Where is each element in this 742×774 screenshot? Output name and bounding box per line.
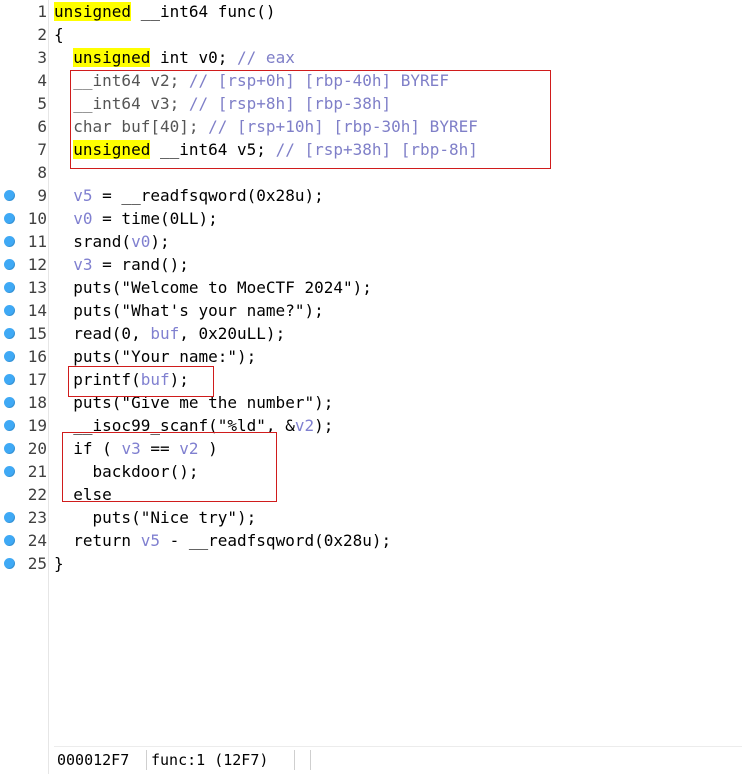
code-line-24[interactable]: 24 return v5 - __readfsqword(0x28u); <box>0 529 742 552</box>
code-text[interactable]: { <box>54 24 64 45</box>
line-number: 10 <box>27 209 47 228</box>
code-text[interactable]: unsigned __int64 func() <box>54 1 276 22</box>
code-text[interactable]: srand(v0); <box>54 231 169 252</box>
variable[interactable]: v2 <box>295 416 314 435</box>
statement[interactable]: return <box>73 531 140 550</box>
variable[interactable]: v3 <box>73 255 92 274</box>
code-line-25[interactable]: 25 } <box>0 552 742 575</box>
line-number: 20 <box>27 439 47 458</box>
line-number: 6 <box>37 117 47 136</box>
line-number: 4 <box>37 71 47 90</box>
annotation-box-if <box>62 432 277 502</box>
line-number: 23 <box>27 508 47 527</box>
statement[interactable]: = time(0LL); <box>93 209 218 228</box>
statement-end[interactable]: ); <box>314 416 333 435</box>
code-line-23[interactable]: 23 puts("Nice try"); <box>0 506 742 529</box>
variable[interactable]: buf <box>150 324 179 343</box>
status-address: 000012F7 <box>57 751 130 769</box>
code-text[interactable]: puts("Welcome to MoeCTF 2024"); <box>54 277 372 298</box>
comment: // eax <box>237 48 295 67</box>
code-text[interactable]: read(0, buf, 0x20uLL); <box>54 323 285 344</box>
status-location: func:1 (12F7) <box>151 751 269 769</box>
code-text[interactable]: v5 = __readfsqword(0x28u); <box>54 185 324 206</box>
variable[interactable]: v0 <box>73 209 92 228</box>
line-number: 21 <box>27 462 47 481</box>
line-number: 7 <box>37 140 47 159</box>
line-number: 18 <box>27 393 47 412</box>
status-divider <box>294 750 295 770</box>
line-number: 5 <box>37 94 47 113</box>
code-text[interactable]: puts("What's your name?"); <box>54 300 323 321</box>
annotation-box-printf <box>68 366 214 397</box>
status-divider <box>146 750 147 770</box>
code-line-9[interactable]: 9 v5 = __readfsqword(0x28u); <box>0 184 742 207</box>
code-text[interactable]: v3 = rand(); <box>54 254 189 275</box>
line-number: 16 <box>27 347 47 366</box>
line-number: 11 <box>27 232 47 251</box>
statement[interactable]: puts("Nice try"); <box>93 508 257 527</box>
line-number: 17 <box>27 370 47 389</box>
code-line-2[interactable]: 2 { <box>0 23 742 46</box>
annotation-box-locals <box>70 70 551 169</box>
line-number: 1 <box>37 2 47 21</box>
line-number: 12 <box>27 255 47 274</box>
function-signature[interactable]: __int64 func() <box>131 2 276 21</box>
statement[interactable]: puts("Welcome to MoeCTF 2024"); <box>73 278 372 297</box>
statement[interactable]: srand( <box>73 232 131 251</box>
code-line-12[interactable]: 12 v3 = rand(); <box>0 253 742 276</box>
line-number: 13 <box>27 278 47 297</box>
declaration[interactable]: int v0; <box>150 48 237 67</box>
code-line-13[interactable]: 13 puts("Welcome to MoeCTF 2024"); <box>0 276 742 299</box>
statement[interactable]: read(0, <box>73 324 150 343</box>
line-number: 14 <box>27 301 47 320</box>
code-line-11[interactable]: 11 srand(v0); <box>0 230 742 253</box>
statement[interactable]: = __readfsqword(0x28u); <box>93 186 324 205</box>
code-text[interactable]: puts("Your name:"); <box>54 346 256 367</box>
code-text[interactable]: return v5 - __readfsqword(0x28u); <box>54 530 391 551</box>
line-number: 2 <box>37 25 47 44</box>
statement-end[interactable]: - __readfsqword(0x28u); <box>160 531 392 550</box>
statement-end[interactable]: ); <box>150 232 169 251</box>
status-divider <box>310 750 311 770</box>
code-line-14[interactable]: 14 puts("What's your name?"); <box>0 299 742 322</box>
line-number: 24 <box>27 531 47 550</box>
code-text[interactable]: v0 = time(0LL); <box>54 208 218 229</box>
statement[interactable]: puts("Your name:"); <box>73 347 256 366</box>
code-line-3[interactable]: 3 unsigned int v0; // eax <box>0 46 742 69</box>
code-text[interactable]: puts("Nice try"); <box>54 507 257 528</box>
variable[interactable]: v5 <box>141 531 160 550</box>
variable[interactable]: v5 <box>73 186 92 205</box>
line-number: 25 <box>27 554 47 573</box>
highlighted-keyword[interactable]: unsigned <box>54 2 132 21</box>
highlighted-keyword[interactable]: unsigned <box>73 48 151 67</box>
line-number: 9 <box>37 186 47 205</box>
statement-end[interactable]: , 0x20uLL); <box>179 324 285 343</box>
line-number: 8 <box>37 163 47 182</box>
variable[interactable]: v0 <box>131 232 150 251</box>
statement[interactable]: puts("What's your name?"); <box>73 301 323 320</box>
code-line-1[interactable]: 1 unsigned __int64 func() <box>0 0 742 23</box>
status-bar: 000012F7 func:1 (12F7) <box>54 746 742 773</box>
line-number: 3 <box>37 48 47 67</box>
line-number: 19 <box>27 416 47 435</box>
code-text[interactable]: } <box>54 553 64 574</box>
code-line-15[interactable]: 15 read(0, buf, 0x20uLL); <box>0 322 742 345</box>
line-number: 15 <box>27 324 47 343</box>
code-text[interactable]: unsigned int v0; // eax <box>54 47 295 68</box>
code-line-16[interactable]: 16 puts("Your name:"); <box>0 345 742 368</box>
statement[interactable]: = rand(); <box>93 255 189 274</box>
code-line-10[interactable]: 10 v0 = time(0LL); <box>0 207 742 230</box>
line-number: 22 <box>27 485 47 504</box>
